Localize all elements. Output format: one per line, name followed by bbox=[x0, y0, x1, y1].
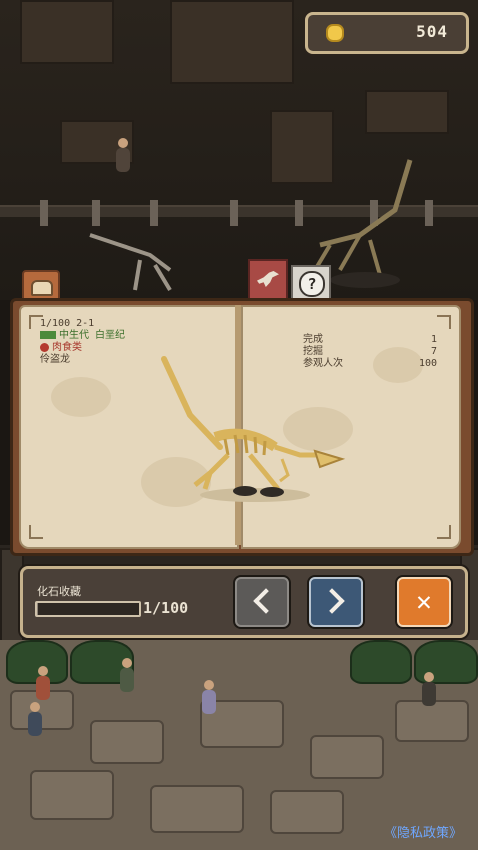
rail-post bbox=[230, 200, 238, 226]
chevron-left-icon bbox=[253, 588, 279, 614]
collection-panel: 化石收藏 1/100 ✕ bbox=[20, 566, 468, 638]
paving-stone bbox=[150, 785, 244, 833]
helmet-icon bbox=[31, 280, 53, 296]
paving-stone bbox=[270, 790, 344, 834]
visitor bbox=[422, 672, 436, 706]
visitor bbox=[116, 138, 130, 172]
coin-counter: 504 bbox=[305, 12, 469, 54]
fossil-name: 伶盗龙 bbox=[40, 354, 70, 365]
stat-value: 7 bbox=[430, 346, 437, 357]
coin-count: 504 bbox=[416, 22, 448, 41]
paving-stone bbox=[395, 700, 469, 742]
fossil-info: 1/100 2-1 中生代 白垩纪 肉食类 伶盗龙 bbox=[40, 318, 125, 366]
collection-label: 化石收藏 bbox=[37, 585, 81, 598]
coin-icon bbox=[326, 24, 344, 42]
shelf bbox=[365, 90, 449, 134]
paving-stone bbox=[310, 735, 384, 779]
era-icon bbox=[40, 331, 56, 339]
stat-value: 1 bbox=[430, 334, 437, 345]
shelf bbox=[20, 0, 114, 64]
collection-progress-bar bbox=[35, 601, 141, 617]
background-fossil-skeleton bbox=[89, 233, 172, 292]
collection-count: 1/100 bbox=[143, 599, 189, 617]
era-text: 中生代 白垩纪 bbox=[59, 330, 126, 341]
fossil-index: 1/100 2-1 bbox=[40, 318, 95, 329]
diet-text: 肉食类 bbox=[52, 342, 82, 353]
visitor bbox=[36, 666, 50, 700]
stat-value: 100 bbox=[418, 358, 437, 369]
chevron-right-icon bbox=[319, 588, 345, 614]
visitor bbox=[202, 680, 216, 714]
shelf bbox=[170, 0, 294, 84]
diet-icon bbox=[40, 342, 49, 352]
close-button[interactable]: ✕ bbox=[397, 577, 451, 627]
previous-button[interactable] bbox=[235, 577, 289, 627]
bush bbox=[350, 640, 412, 684]
diet-row: 肉食类 bbox=[40, 342, 125, 354]
question-icon: ? bbox=[299, 271, 325, 297]
paving-stone bbox=[90, 720, 164, 764]
tab-dinosaur[interactable] bbox=[248, 259, 288, 303]
privacy-policy-link[interactable]: 《隐私政策》 bbox=[384, 822, 462, 841]
visitor bbox=[28, 702, 42, 736]
dinosaur-icon bbox=[257, 271, 279, 287]
paving-stone bbox=[30, 770, 114, 820]
rail-post bbox=[40, 200, 48, 226]
progress-fill bbox=[37, 603, 38, 615]
visitor bbox=[120, 658, 134, 692]
next-button[interactable] bbox=[309, 577, 363, 627]
stat-row: 完成 1 bbox=[303, 334, 437, 346]
velociraptor-skeleton bbox=[161, 356, 346, 502]
close-icon: ✕ bbox=[416, 587, 432, 617]
era-row: 中生代 白垩纪 bbox=[40, 330, 125, 342]
stat-label: 完成 bbox=[303, 334, 323, 345]
